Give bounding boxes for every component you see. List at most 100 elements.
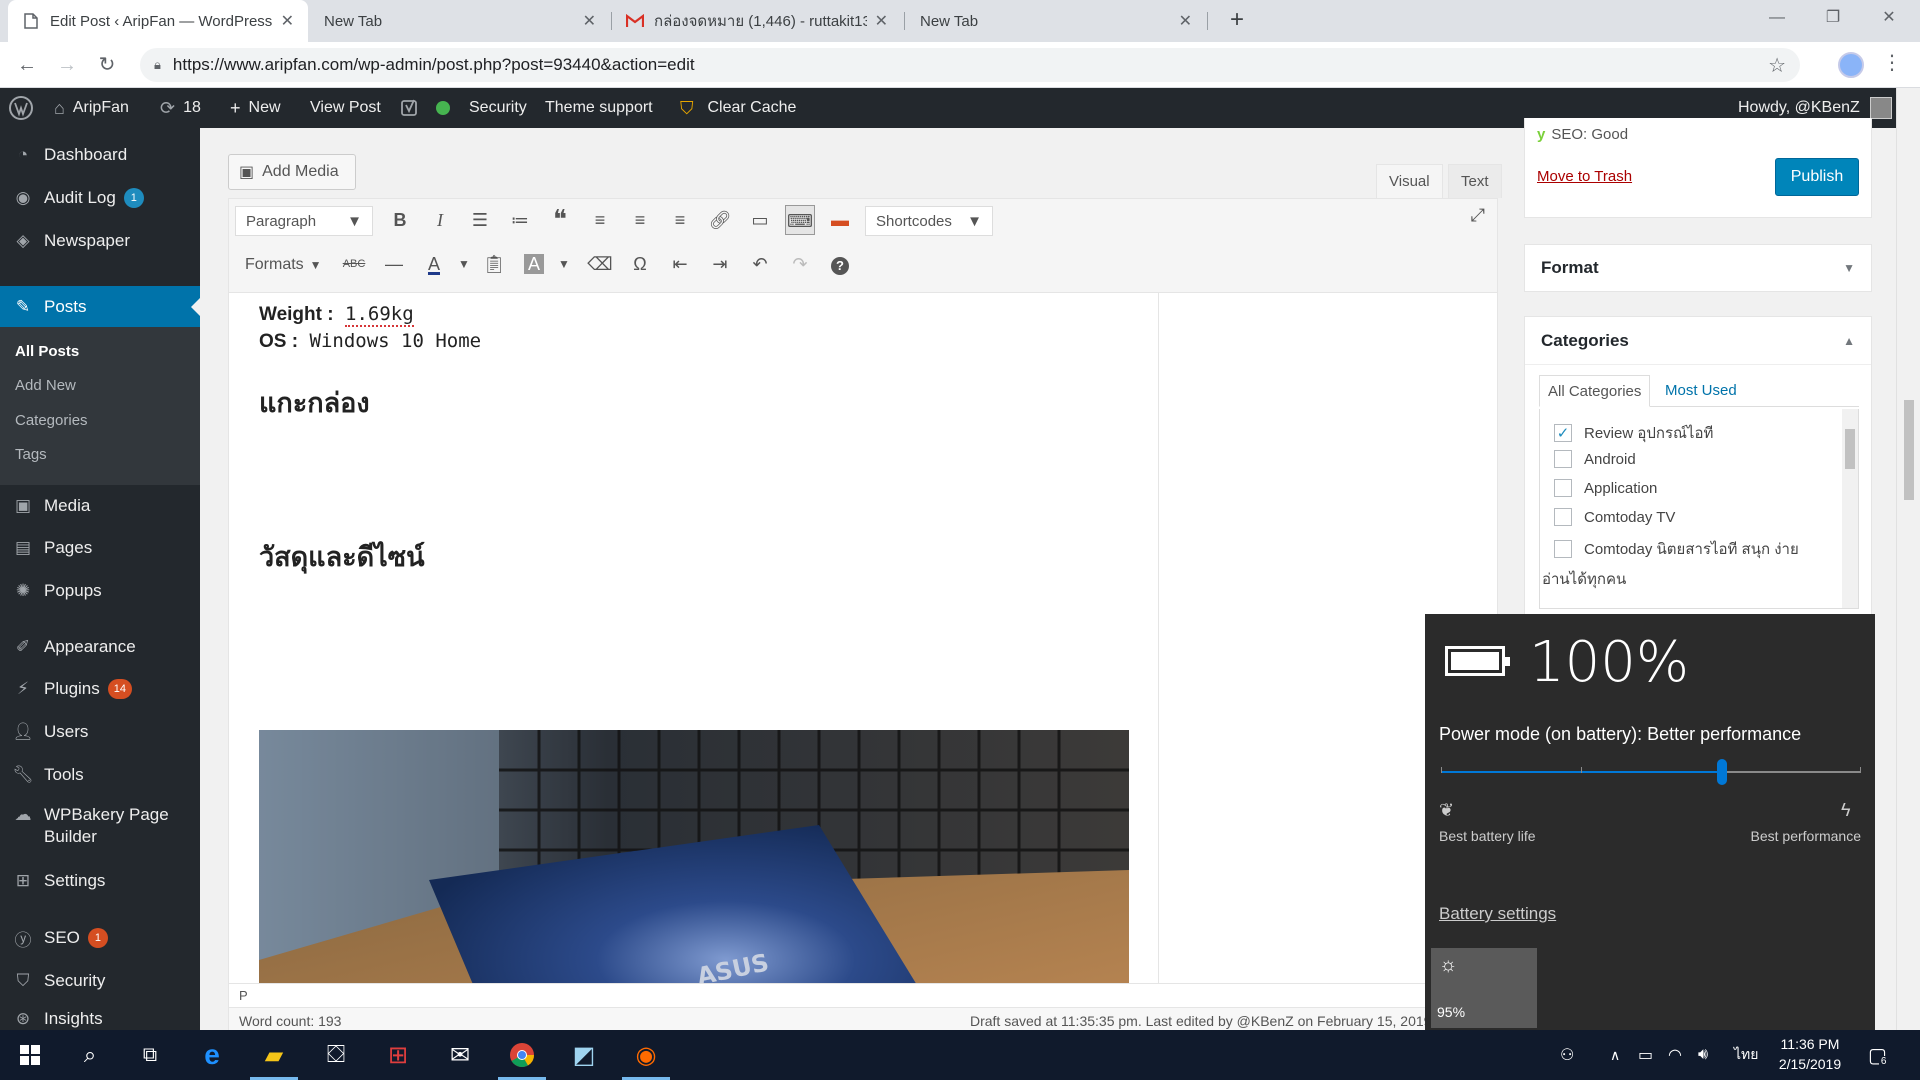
bullet-list-icon[interactable]: ☰ — [465, 205, 495, 235]
slider-thumb[interactable] — [1717, 759, 1727, 785]
submenu-categories[interactable]: Categories — [15, 412, 88, 429]
bookmark-star-icon[interactable]: ☆ — [1768, 53, 1786, 78]
sidebar-item-tools[interactable]: 🔧︎ Tools — [0, 760, 200, 790]
search-icon[interactable]: ⌕ — [60, 1030, 120, 1080]
checkbox[interactable] — [1554, 479, 1572, 497]
tab-all-categories[interactable]: All Categories — [1539, 375, 1651, 407]
wifi-icon[interactable]: ◠ — [1668, 1030, 1682, 1080]
paste-text-icon[interactable]: 📋︎ — [479, 249, 509, 279]
theme-support-link[interactable]: Theme support — [545, 88, 653, 128]
categories-box-header[interactable]: Categories ▲ — [1525, 317, 1871, 365]
text-color-icon[interactable]: A — [419, 249, 449, 279]
close-tab-icon[interactable]: ✕ — [875, 11, 888, 31]
undo-icon[interactable]: ↶ — [745, 249, 775, 279]
chevron-up-icon[interactable]: ∧ — [1610, 1030, 1620, 1080]
sidebar-item-pages[interactable]: ▤ Pages — [0, 533, 200, 563]
yoast-icon[interactable] — [400, 88, 420, 128]
special-character-icon[interactable]: Ω — [625, 249, 655, 279]
brightness-tile[interactable]: ☼ 95% — [1431, 948, 1537, 1028]
paragraph-select[interactable]: Paragraph ▼ — [235, 206, 373, 236]
sidebar-item-popups[interactable]: ✺ Popups — [0, 576, 200, 606]
origin-icon[interactable]: ◉ — [616, 1030, 676, 1080]
outdent-icon[interactable]: ⇤ — [665, 249, 695, 279]
align-left-icon[interactable]: ≡ — [585, 205, 615, 235]
redo-icon[interactable]: ↷ — [785, 249, 815, 279]
category-item[interactable]: Comtoday นิตยสารไอที สนุก ง่าย — [1554, 537, 1799, 561]
fullscreen-icon[interactable]: ⤢ — [1471, 205, 1485, 226]
reload-icon[interactable]: ↻ — [92, 50, 122, 80]
sidebar-item-posts[interactable]: ✎ Posts — [0, 286, 200, 328]
task-view-icon[interactable]: ⧉ — [120, 1030, 180, 1080]
numbered-list-icon[interactable]: ≔ — [505, 205, 535, 235]
editor-content[interactable]: Weight : 1.69kg OS : Windows 10 Home แกะ… — [229, 293, 1159, 983]
formats-select[interactable]: Formats ▼ — [245, 251, 322, 279]
windows-start-icon[interactable] — [0, 1030, 60, 1080]
indent-icon[interactable]: ⇥ — [705, 249, 735, 279]
battery-tray-icon[interactable]: ▭ — [1638, 1030, 1653, 1080]
align-right-icon[interactable]: ≡ — [665, 205, 695, 235]
chrome-icon[interactable] — [492, 1030, 552, 1080]
background-color-icon[interactable]: A — [519, 249, 549, 279]
mail-icon[interactable]: ✉ — [430, 1030, 490, 1080]
checkbox[interactable] — [1554, 540, 1572, 558]
clear-formatting-icon[interactable]: ⌫ — [585, 249, 615, 279]
browser-tab-wordpress[interactable]: Edit Post ‹ AripFan — WordPress ✕ — [8, 0, 308, 42]
link-icon[interactable]: 🔗︎ — [705, 205, 735, 235]
close-tab-icon[interactable]: ✕ — [1179, 11, 1192, 31]
submenu-tags[interactable]: Tags — [15, 446, 47, 463]
notification-center-icon[interactable]: ▢ 6 — [1868, 1030, 1889, 1080]
chevron-down-icon[interactable]: ▼ — [549, 249, 579, 279]
browser-tab-gmail[interactable]: กล่องจดหมาย (1,446) - ruttakit135 ✕ — [612, 0, 902, 42]
close-tab-icon[interactable]: ✕ — [281, 11, 294, 31]
checkbox[interactable] — [1554, 450, 1572, 468]
browser-menu-icon[interactable]: ⋮ — [1882, 50, 1902, 75]
sidebar-item-newspaper[interactable]: ◈ Newspaper — [0, 226, 200, 256]
forward-arrow-icon[interactable]: → — [52, 50, 82, 80]
sidebar-item-plugins[interactable]: ⚡ Plugins 14 — [0, 674, 200, 704]
sidebar-item-wpbakery[interactable]: ☁ WPBakery Page Builder — [0, 804, 200, 848]
volume-icon[interactable]: 🔊︎ — [1698, 1030, 1708, 1080]
sidebar-item-dashboard[interactable]: ◔ Dashboard — [0, 140, 200, 170]
submenu-all-posts[interactable]: All Posts — [15, 343, 79, 360]
toolbar-toggle-icon[interactable]: ⌨ — [785, 205, 815, 235]
new-content-link[interactable]: + New — [230, 88, 281, 128]
tab-visual[interactable]: Visual — [1376, 164, 1443, 198]
help-icon[interactable]: ? — [825, 249, 855, 279]
scrollbar-thumb[interactable] — [1904, 400, 1914, 500]
publish-button[interactable]: Publish — [1775, 158, 1859, 196]
browser-tab-newtab-2[interactable]: New Tab ✕ — [906, 0, 1206, 42]
clear-cache-link[interactable]: ⛉ Clear Cache — [680, 88, 796, 128]
tab-most-used[interactable]: Most Used — [1657, 375, 1745, 407]
profile-avatar[interactable] — [1838, 52, 1864, 78]
people-icon[interactable]: ⚇ — [1560, 1030, 1574, 1080]
format-box-header[interactable]: Format ▼ — [1525, 245, 1871, 291]
sidebar-item-users[interactable]: 👤︎ Users — [0, 717, 200, 747]
back-arrow-icon[interactable]: ← — [12, 50, 42, 80]
comment-icon[interactable]: ▬ — [825, 205, 855, 235]
submenu-add-new[interactable]: Add New — [15, 377, 76, 394]
close-tab-icon[interactable]: ✕ — [583, 11, 596, 31]
category-item[interactable]: Android — [1554, 450, 1636, 468]
scrollbar-thumb[interactable] — [1845, 429, 1855, 469]
tab-text[interactable]: Text — [1448, 164, 1502, 198]
app-icon[interactable]: ◩ — [554, 1030, 614, 1080]
sidebar-item-security[interactable]: ⛉ Security — [0, 966, 200, 996]
italic-icon[interactable]: I — [425, 205, 455, 235]
sidebar-item-media[interactable]: ▣ Media — [0, 491, 200, 521]
security-link[interactable]: Security — [469, 88, 527, 128]
sidebar-item-appearance[interactable]: ✐ Appearance — [0, 632, 200, 662]
checkbox[interactable] — [1554, 508, 1572, 526]
minimize-icon[interactable]: — — [1754, 0, 1800, 36]
updates-link[interactable]: ⟳ 18 — [160, 88, 201, 128]
power-mode-slider[interactable] — [1441, 759, 1861, 785]
clock[interactable]: 11:36 PM 2/15/2019 — [1762, 1034, 1858, 1074]
align-center-icon[interactable]: ≡ — [625, 205, 655, 235]
sidebar-item-seo[interactable]: ⓨ SEO 1 — [0, 923, 200, 953]
checkbox-checked[interactable]: ✓ — [1554, 424, 1572, 442]
sidebar-item-settings[interactable]: ⊞ Settings — [0, 866, 200, 896]
category-item[interactable]: Application — [1554, 479, 1657, 497]
sidebar-item-audit-log[interactable]: ◉ Audit Log 1 — [0, 183, 200, 213]
horizontal-line-icon[interactable]: — — [379, 249, 409, 279]
seo-status-dot[interactable] — [436, 88, 450, 128]
laptop-photo[interactable]: ASUS — [259, 730, 1129, 983]
